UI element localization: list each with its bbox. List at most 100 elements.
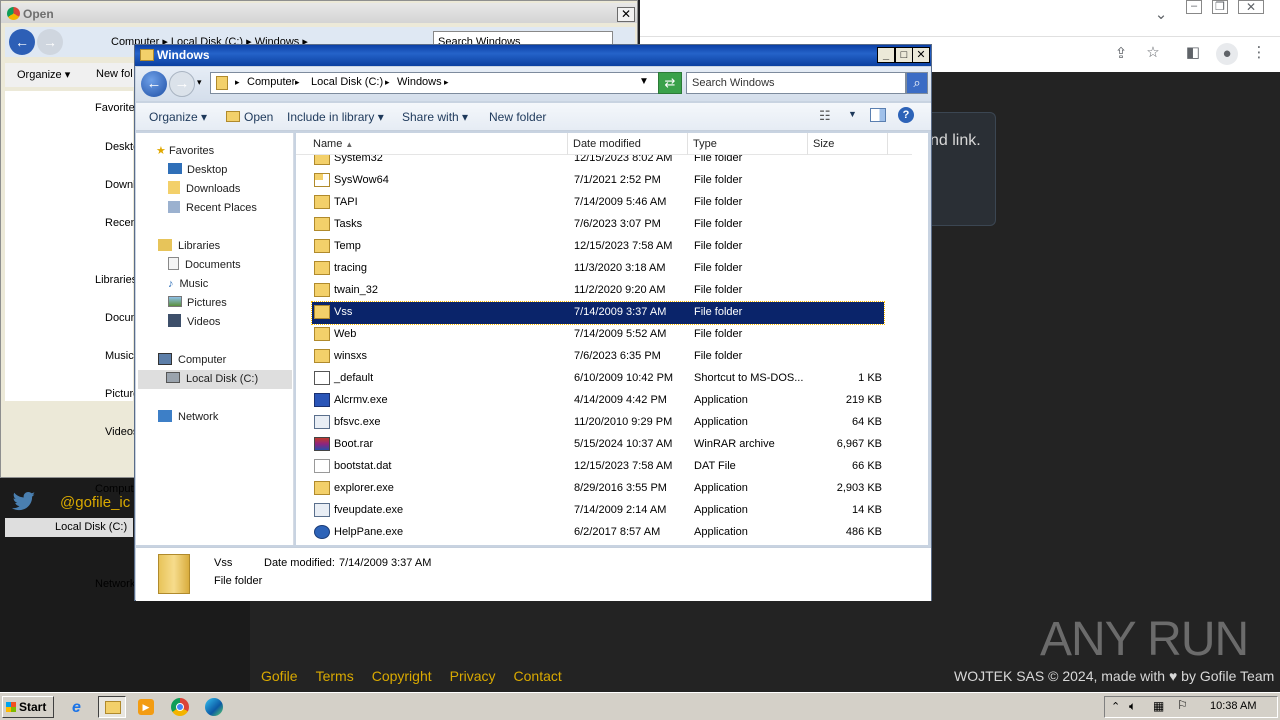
open-nav-local-disk[interactable]: Local Disk (C:)	[5, 518, 133, 537]
column-name[interactable]: Name ▲	[308, 133, 568, 155]
breadcrumb-windows[interactable]: Windows	[397, 76, 442, 88]
chevron-down-icon[interactable]: ⌄	[1152, 6, 1170, 24]
forward-icon[interactable]: →	[169, 71, 195, 97]
open-dialog-organize-button[interactable]: Organize ▾	[17, 68, 70, 81]
file-row[interactable]: TAPI 7/14/2009 5:46 AM File folder	[312, 192, 884, 214]
nav-computer[interactable]: Computer	[158, 351, 226, 370]
bookmark-star-icon[interactable]: ☆	[1144, 44, 1162, 62]
recent-pages-dropdown-icon[interactable]: ▾	[197, 77, 202, 88]
file-row[interactable]: Tasks 7/6/2023 3:07 PM File folder	[312, 214, 884, 236]
minimize-button[interactable]: _	[877, 47, 895, 63]
new-folder-button[interactable]: New folder	[489, 110, 546, 124]
twitter-icon[interactable]	[12, 492, 36, 512]
file-row[interactable]: bfsvc.exe 11/20/2010 9:29 PM Application 64…	[312, 412, 884, 434]
open-dialog-new-folder-button[interactable]: New fol	[96, 68, 133, 80]
website-card-text: nd link.	[930, 132, 981, 149]
close-icon[interactable]: ✕	[1238, 0, 1264, 14]
footer-link-contact[interactable]: Contact	[514, 668, 562, 684]
column-size[interactable]: Size	[808, 133, 888, 155]
preview-pane-icon[interactable]	[870, 108, 886, 122]
nav-music[interactable]: ♪ Music	[168, 275, 208, 294]
view-options-icon[interactable]: ☷	[819, 108, 831, 124]
column-date[interactable]: Date modified	[568, 133, 688, 155]
action-center-flag-icon[interactable]: ⚐	[1177, 698, 1188, 712]
profile-icon[interactable]: ●	[1216, 43, 1238, 65]
nav-documents[interactable]: Documents	[168, 256, 241, 275]
restore-icon[interactable]: ❐	[1212, 0, 1228, 14]
nav-favorites[interactable]: ★ Favorites	[156, 142, 214, 161]
column-type[interactable]: Type	[688, 133, 808, 155]
maximize-button[interactable]: □	[895, 47, 913, 63]
file-row[interactable]: _default 6/10/2009 10:42 PM Shortcut to MS…	[312, 368, 884, 390]
breadcrumb-disk[interactable]: Local Disk (C:)	[311, 76, 383, 88]
nav-pictures[interactable]: Pictures	[168, 294, 227, 313]
menu-icon[interactable]: ⋮	[1250, 44, 1268, 62]
explorer-titlebar[interactable]: Windows _ □ ✕	[135, 45, 931, 66]
open-dialog-close-button[interactable]: ✕	[617, 7, 635, 22]
footer-link-copyright[interactable]: Copyright	[372, 668, 432, 684]
libraries-icon	[158, 239, 172, 251]
address-dropdown-icon[interactable]: ▼	[639, 76, 649, 87]
share-icon[interactable]: ⇪	[1112, 45, 1130, 63]
forward-icon[interactable]: →	[37, 29, 63, 55]
file-row[interactable]: tracing 11/3/2020 3:18 AM File folder	[312, 258, 884, 280]
file-row[interactable]: Web 7/14/2009 5:52 AM File folder	[312, 324, 884, 346]
internet-explorer-icon[interactable]: e	[66, 696, 94, 718]
back-icon[interactable]: ←	[9, 29, 35, 55]
side-panel-icon[interactable]: ◧	[1184, 44, 1202, 62]
navigation-pane: ★ Favorites Desktop Downloads Recent Pla…	[136, 133, 294, 545]
breadcrumb-computer[interactable]: Computer	[247, 76, 295, 88]
clock[interactable]: 10:38 AM	[1210, 700, 1256, 712]
include-in-library-button[interactable]: Include in library ▾	[287, 110, 384, 124]
file-row[interactable]: Alcrmv.exe 4/14/2009 4:42 PM Application 21…	[312, 390, 884, 412]
help-icon[interactable]: ?	[898, 107, 914, 123]
back-icon[interactable]: ←	[141, 71, 167, 97]
nav-desktop[interactable]: Desktop	[168, 161, 227, 180]
file-type: DAT File	[694, 460, 736, 472]
network-tray-icon[interactable]: ▦	[1153, 699, 1164, 713]
local-disk-icon	[166, 372, 180, 383]
close-button[interactable]: ✕	[912, 47, 930, 63]
organize-button[interactable]: Organize ▾	[149, 110, 207, 124]
nav-libraries[interactable]: Libraries	[158, 237, 220, 256]
start-button[interactable]: Start	[2, 696, 54, 718]
nav-videos[interactable]: Videos	[168, 313, 220, 332]
explorer-taskbar-icon[interactable]	[98, 696, 126, 718]
open-button[interactable]: Open	[226, 110, 273, 124]
footer-link-gofile[interactable]: Gofile	[261, 668, 298, 684]
share-with-button[interactable]: Share with ▾	[402, 110, 468, 124]
breadcrumb-separator-icon[interactable]: ▸	[385, 77, 390, 88]
volume-icon[interactable]: 🔈︎	[1129, 699, 1136, 714]
breadcrumb-separator-icon[interactable]: ▸	[295, 77, 300, 88]
chrome-taskbar-icon[interactable]	[166, 696, 194, 718]
refresh-icon[interactable]: ⇄	[658, 72, 682, 94]
footer-link-privacy[interactable]: Privacy	[450, 668, 496, 684]
nav-libraries-label: Libraries	[178, 240, 221, 252]
breadcrumb-separator-icon[interactable]: ▸	[444, 77, 449, 88]
file-row[interactable]: explorer.exe 8/29/2016 3:55 PM Application…	[312, 478, 884, 500]
search-icon[interactable]: ⌕	[906, 72, 928, 94]
file-row[interactable]: bootstat.dat 12/15/2023 7:58 AM DAT File 66…	[312, 456, 884, 478]
file-row[interactable]: Temp 12/15/2023 7:58 AM File folder	[312, 236, 884, 258]
file-row[interactable]: System32 12/15/2023 8:02 AM File folder	[312, 155, 884, 170]
edge-icon[interactable]	[200, 696, 228, 718]
nav-recent-places[interactable]: Recent Places	[168, 199, 257, 218]
file-row[interactable]: fveupdate.exe 7/14/2009 2:14 AM Applicatio…	[312, 500, 884, 522]
file-row[interactable]: winsxs 7/6/2023 6:35 PM File folder	[312, 346, 884, 368]
minimize-icon[interactable]: –	[1186, 0, 1202, 14]
file-row[interactable]: SysWow64 7/1/2021 2:52 PM File folder	[312, 170, 884, 192]
nav-network[interactable]: Network	[158, 408, 218, 427]
file-row[interactable]: HelpPane.exe 6/2/2017 8:57 AM Application 4…	[312, 522, 884, 544]
nav-local-disk[interactable]: Local Disk (C:)	[138, 370, 292, 389]
address-input[interactable]: ▸ Computer ▸ Local Disk (C:) ▸ Windows ▸…	[210, 72, 662, 94]
view-dropdown-icon[interactable]: ▼	[848, 109, 857, 119]
nav-downloads[interactable]: Downloads	[168, 180, 240, 199]
media-player-icon[interactable]: ▶	[132, 696, 160, 718]
tray-expand-icon[interactable]: ⌃	[1111, 700, 1120, 713]
search-input[interactable]: Search Windows	[686, 72, 906, 94]
file-row[interactable]: Boot.rar 5/15/2024 10:37 AM WinRAR archive…	[312, 434, 884, 456]
file-type: File folder	[694, 328, 743, 340]
file-row[interactable]: twain_32 11/2/2020 9:20 AM File folder	[312, 280, 884, 302]
file-row[interactable]: Vss 7/14/2009 3:37 AM File folder	[311, 301, 885, 325]
footer-link-terms[interactable]: Terms	[316, 668, 354, 684]
